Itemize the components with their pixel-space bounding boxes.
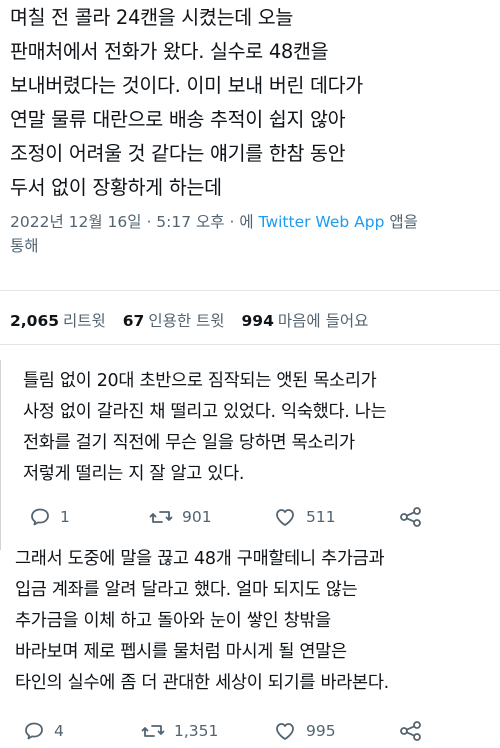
share-button[interactable] (398, 716, 424, 746)
share-button[interactable] (398, 502, 424, 532)
divider (0, 290, 500, 291)
tweet-text-line: 저렇게 떨리는 지 잘 알고 있다. (23, 464, 245, 484)
tweet-meta: 2022년 12월 16일 · 5:17 오후 · 에 Twitter Web … (10, 210, 494, 258)
quotes-count: 67 (122, 312, 145, 330)
reply-count: 1 (60, 508, 70, 526)
likes-label: 마음에 들어요 (277, 312, 369, 330)
retweets-count: 2,065 (10, 312, 60, 330)
tweet-main: 며칠 전 콜라 24캔을 시켰는데 오늘 판매처에서 전화가 왔다. 실수로 4… (10, 0, 494, 258)
tweet-reply-1-text: 틀림 없이 20대 초반으로 짐작되는 앳된 목소리가 사정 없이 갈라진 채 … (23, 366, 387, 490)
share-icon (398, 719, 424, 743)
tweet-text-line: 바라보며 제로 펩시를 물처럼 마시게 될 연말은 (15, 642, 347, 662)
like-button[interactable]: 511 (272, 502, 336, 532)
tweet-reply-1-actions: 1 901 511 (0, 502, 500, 532)
retweet-count: 1,351 (174, 722, 219, 740)
share-icon (398, 505, 424, 529)
retweet-count: 901 (182, 508, 212, 526)
tweet-timestamp[interactable]: 2022년 12월 16일 · 5:17 오후 · 에 (10, 213, 254, 231)
tweet-text-line: 보내버렸다는 것이다. 이미 보내 버린 데다가 (10, 74, 363, 97)
reply-icon (22, 719, 46, 743)
tweet-reply-2-text: 그래서 도중에 말을 끊고 48개 구매할테니 추가금과 입금 계좌를 알려 달… (15, 544, 389, 699)
likes-stat[interactable]: 994 마음에 들어요 (242, 312, 369, 330)
retweet-button[interactable]: 1,351 (140, 716, 218, 746)
reply-count: 4 (54, 722, 64, 740)
tweet-source-link[interactable]: Twitter Web App (259, 213, 385, 231)
retweet-icon (140, 719, 166, 743)
tweet-text-line: 판매처에서 전화가 왔다. 실수로 48캔을 (10, 40, 329, 63)
tweet-stats: 2,065 리트윗 67 인용한 트윗 994 마음에 들어요 (10, 309, 380, 331)
reply-button[interactable]: 4 (22, 716, 64, 746)
tweet-text-line: 전화를 걸기 직전에 무슨 일을 당하면 목소리가 (23, 433, 355, 453)
tweet-text-line: 조정이 어려울 것 같다는 얘기를 한참 동안 (10, 142, 346, 165)
tweet-text-line: 며칠 전 콜라 24캔을 시켰는데 오늘 (10, 6, 294, 29)
quotes-stat[interactable]: 67 인용한 트윗 (123, 312, 225, 330)
tweet-source-suffix: 앱을 (389, 213, 418, 231)
likes-count: 994 (241, 312, 274, 330)
tweet-main-text: 며칠 전 콜라 24캔을 시켰는데 오늘 판매처에서 전화가 왔다. 실수로 4… (10, 0, 494, 204)
reply-icon (28, 505, 52, 529)
divider (0, 344, 500, 345)
retweet-button[interactable]: 901 (148, 502, 212, 532)
tweet-text-line: 두서 없이 장황하게 하는데 (10, 176, 222, 199)
like-button[interactable]: 995 (272, 716, 336, 746)
tweet-text-line: 추가금을 이체 하고 돌아와 눈이 쌓인 창밖을 (15, 611, 331, 631)
retweet-icon (148, 505, 174, 529)
tweet-text-line: 틀림 없이 20대 초반으로 짐작되는 앳된 목소리가 (23, 371, 377, 391)
tweet-text-line: 타인의 실수에 좀 더 관대한 세상이 되기를 바라본다. (15, 673, 389, 693)
like-count: 511 (306, 508, 336, 526)
tweet-text-line: 연말 물류 대란으로 배송 추적이 쉽지 않아 (10, 108, 346, 131)
tweet-text-line: 입금 계좌를 알려 달라고 했다. 얼마 되지도 않는 (15, 580, 358, 600)
retweets-label: 리트윗 (63, 312, 106, 330)
reply-button[interactable]: 1 (28, 502, 70, 532)
tweet-text-line: 그래서 도중에 말을 끊고 48개 구매할테니 추가금과 (15, 549, 385, 569)
heart-icon (272, 719, 298, 743)
tweet-text-line: 사정 없이 갈라진 채 떨리고 있었다. 익숙했다. 나는 (23, 402, 387, 422)
like-count: 995 (306, 722, 336, 740)
retweets-stat[interactable]: 2,065 리트윗 (10, 312, 106, 330)
tweet-timestamp-line2: 통해 (10, 237, 39, 255)
tweet-reply-2-actions: 4 1,351 995 (0, 716, 500, 746)
heart-icon (272, 505, 298, 529)
quotes-label: 인용한 트윗 (148, 312, 225, 330)
